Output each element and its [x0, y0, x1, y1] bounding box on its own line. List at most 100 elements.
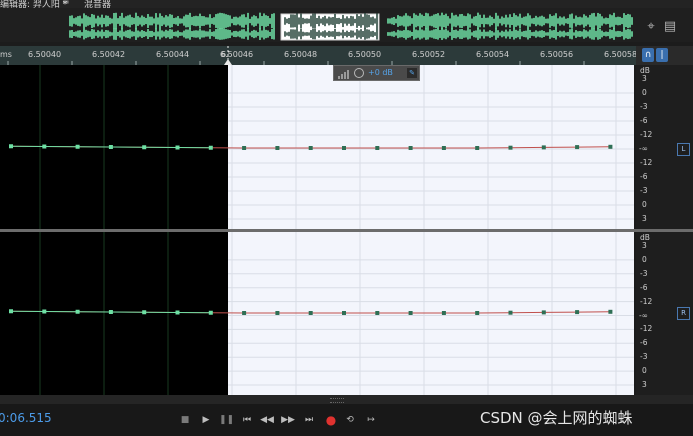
record-icon[interactable]: ●: [324, 413, 338, 427]
sample-point[interactable]: [242, 146, 247, 150]
zoom-navigator-icon[interactable]: ⌖: [643, 18, 659, 34]
transport-bar: 0:06.515 ■ ▶ ❚❚ ⏮ ◀◀ ▶▶ ⏭ ● ⟲ ↦ CSDN @会上网的蜘蛛: [0, 404, 693, 436]
sample-point[interactable]: [42, 144, 47, 149]
db-tick-label: 3: [642, 74, 647, 83]
channel-right-track[interactable]: [0, 232, 636, 395]
timecode-display[interactable]: 0:06.515: [0, 411, 52, 425]
sample-point[interactable]: [575, 145, 580, 150]
time-ruler[interactable]: ms 6.50040 6.50042 6.50044 6.50046 6.50048 6.…: [0, 46, 693, 65]
sample-point[interactable]: [9, 144, 13, 149]
db-tick-label: -∞: [639, 310, 648, 320]
db-tick-label: -12: [640, 296, 653, 306]
watermark: CSDN @会上网的蜘蛛: [480, 409, 633, 427]
channel-right-badge[interactable]: R: [677, 307, 690, 320]
sample-point[interactable]: [342, 146, 346, 150]
panel-menu-icon[interactable]: ▤: [662, 18, 678, 34]
loop-icon[interactable]: ⟲: [343, 413, 357, 427]
stop-icon[interactable]: ■: [178, 413, 192, 427]
sample-point[interactable]: [208, 145, 213, 150]
sample-point[interactable]: [575, 310, 580, 315]
sample-point[interactable]: [342, 311, 346, 315]
sample-point[interactable]: [175, 310, 180, 315]
right-db-ruler: dB R 3 0 -3 -6 -12 -∞ -12 -6 -3 0 3: [636, 232, 693, 395]
sample-point[interactable]: [275, 146, 280, 150]
go-to-end-icon[interactable]: ⏭: [302, 413, 316, 427]
ruler-tools: ∩ |: [636, 46, 693, 65]
rewind-icon[interactable]: ◀◀: [260, 413, 274, 427]
hud-gain-value: +0 dB: [368, 68, 393, 77]
sample-point[interactable]: [75, 309, 80, 314]
sample-point[interactable]: [242, 311, 247, 315]
db-tick-label: -3: [640, 352, 648, 362]
left-sample-plot[interactable]: [0, 65, 636, 229]
db-tick-label: -6: [640, 116, 648, 125]
sample-point[interactable]: [9, 309, 13, 314]
marker-button[interactable]: |: [656, 48, 668, 62]
sample-point[interactable]: [541, 145, 546, 150]
pin-icon[interactable]: ✎: [407, 68, 417, 78]
channel-left-badge[interactable]: L: [677, 143, 690, 156]
play-icon[interactable]: ▶: [199, 413, 213, 427]
skip-selection-icon[interactable]: ↦: [364, 413, 378, 427]
db-tick-label: 0: [642, 88, 647, 97]
sample-point[interactable]: [441, 146, 446, 150]
db-tick-label: -6: [640, 282, 648, 292]
volume-knob-icon[interactable]: [354, 68, 364, 78]
go-to-start-icon[interactable]: ⏮: [240, 413, 254, 427]
level-bars-icon: [338, 70, 349, 79]
sample-point[interactable]: [108, 145, 113, 149]
ruler-tick-marks: [7, 46, 585, 65]
volume-hud[interactable]: +0 dB ✎: [333, 65, 420, 81]
db-tick-label: -3: [640, 186, 648, 195]
db-tick-label: 3: [642, 241, 647, 250]
db-tick-label: 0: [642, 254, 647, 264]
pause-icon[interactable]: ❚❚: [219, 413, 234, 427]
sample-point[interactable]: [475, 311, 480, 315]
horizontal-scrollbar[interactable]: [0, 395, 693, 404]
db-tick-label: -12: [640, 324, 653, 334]
sample-point[interactable]: [208, 310, 213, 315]
sample-point[interactable]: [375, 311, 380, 315]
sample-point[interactable]: [508, 310, 513, 315]
tab-menu-icon[interactable]: ≡: [62, 0, 70, 7]
sample-point[interactable]: [375, 146, 380, 150]
sample-point[interactable]: [541, 310, 546, 315]
left-db-ruler: dB L 3 0 -3 -6 -12 -∞ -12 -6 -3 0 3: [636, 65, 693, 229]
db-tick-label: -3: [640, 268, 648, 278]
sample-point[interactable]: [175, 145, 180, 150]
sample-point[interactable]: [608, 144, 613, 149]
db-tick-label: -6: [640, 338, 648, 348]
channel-left-track[interactable]: [0, 65, 636, 229]
sample-point[interactable]: [441, 311, 446, 315]
sample-point[interactable]: [308, 146, 313, 150]
overview-navigator[interactable]: ⌖ ▤: [0, 8, 693, 42]
overview-waveform[interactable]: [0, 8, 636, 42]
sample-point[interactable]: [508, 145, 513, 150]
sample-point[interactable]: [142, 145, 147, 150]
snap-button[interactable]: ∩: [642, 48, 654, 62]
db-tick-label: 0: [642, 366, 647, 376]
tab-bar: 编辑器: 羿人阳 * ≡ 混音器: [0, 0, 693, 10]
sample-point[interactable]: [42, 309, 47, 314]
db-tick-label: -3: [640, 102, 648, 111]
db-tick-label: 3: [642, 214, 647, 223]
sample-point[interactable]: [308, 311, 313, 315]
db-tick-label: -∞: [639, 144, 648, 153]
sample-point[interactable]: [475, 146, 480, 150]
playhead-label: 6.: [221, 50, 229, 59]
right-sample-plot[interactable]: [0, 232, 636, 395]
db-tick-label: -12: [640, 130, 653, 139]
db-tick-label: 3: [642, 380, 647, 389]
sample-point[interactable]: [408, 146, 413, 150]
sample-point[interactable]: [275, 311, 280, 315]
sample-point[interactable]: [608, 309, 613, 314]
sample-point[interactable]: [108, 310, 113, 314]
db-tick-label: -6: [640, 172, 648, 181]
sample-point[interactable]: [142, 310, 147, 315]
scroll-grip[interactable]: [330, 398, 344, 403]
db-tick-label: -12: [640, 158, 653, 167]
db-tick-label: 0: [642, 200, 647, 209]
sample-point[interactable]: [75, 144, 80, 149]
sample-point[interactable]: [408, 311, 413, 315]
fast-forward-icon[interactable]: ▶▶: [281, 413, 295, 427]
